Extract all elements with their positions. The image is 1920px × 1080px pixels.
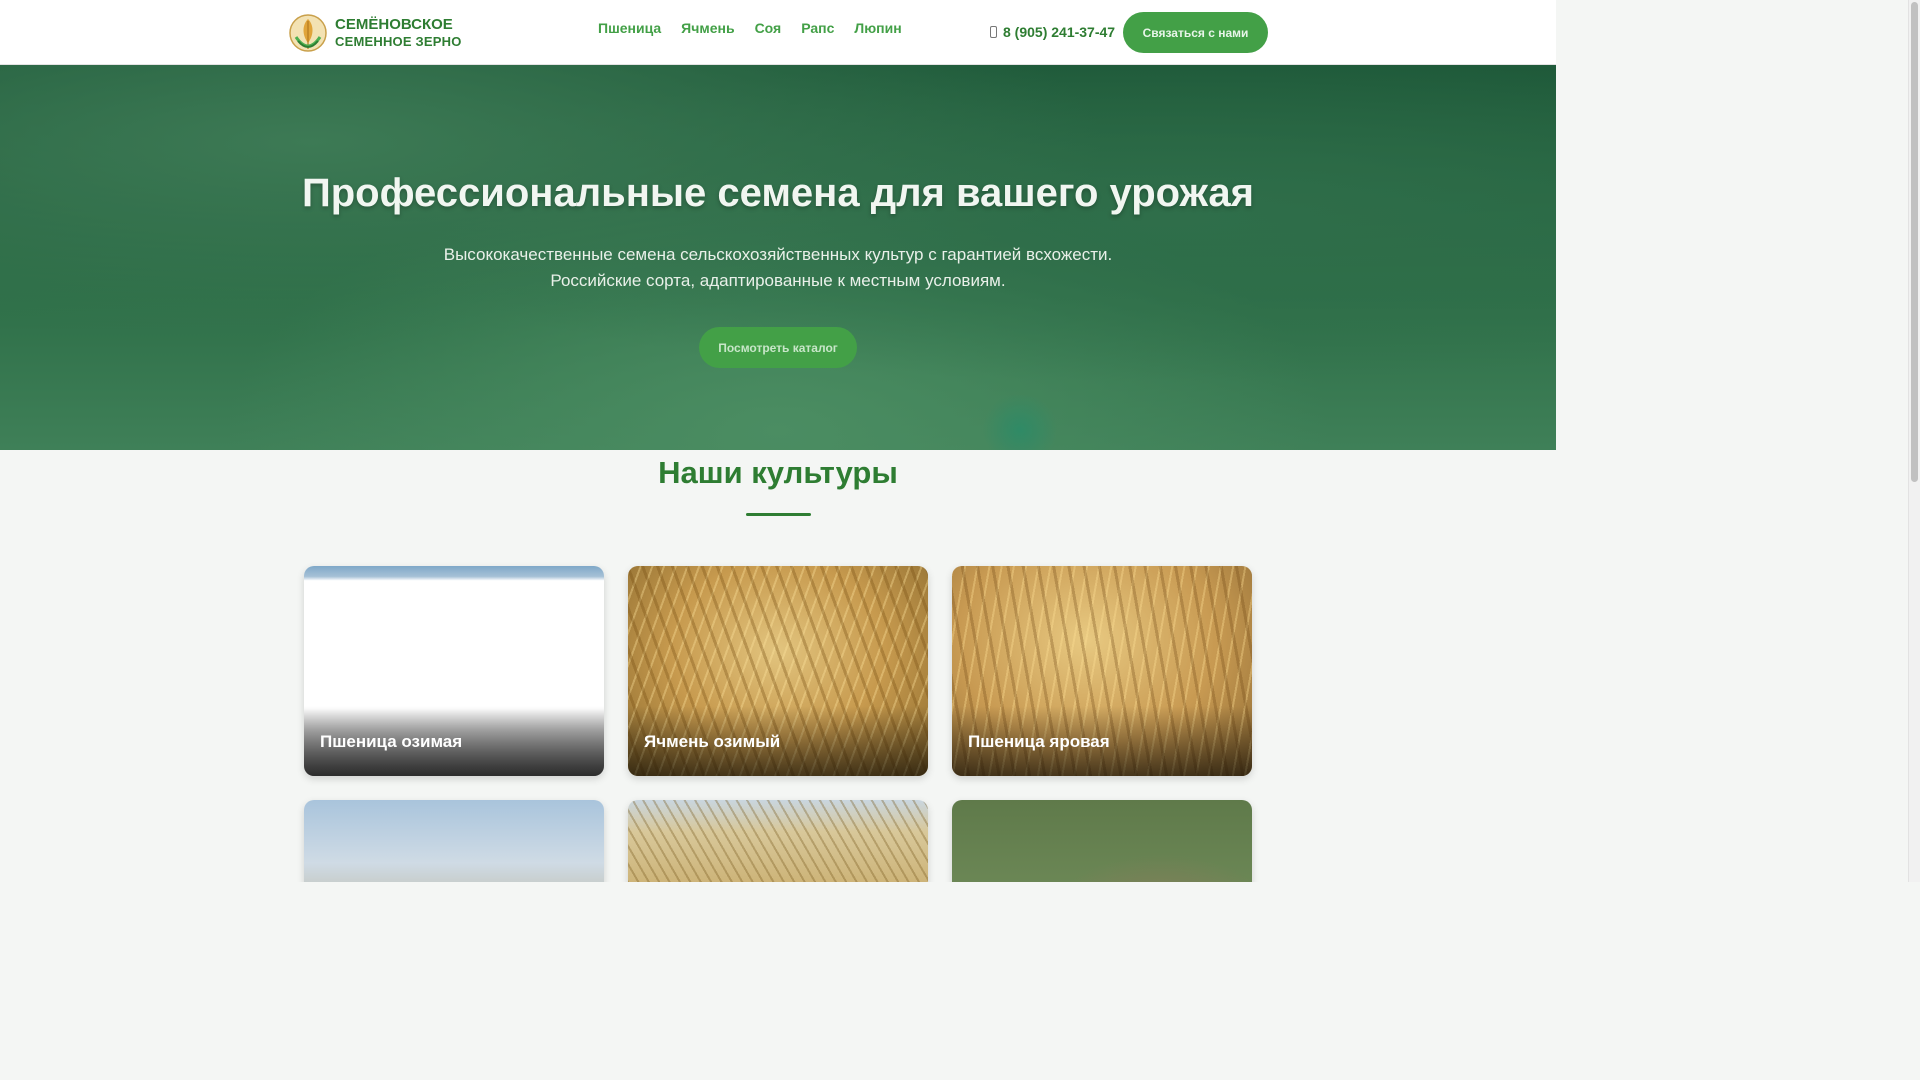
title-underline bbox=[746, 513, 811, 516]
contact-us-button[interactable]: Связаться с нами bbox=[1123, 12, 1268, 53]
nav-item-rapeseed[interactable]: Рапс bbox=[801, 20, 834, 36]
phone-number: 8 (905) 241-37-47 bbox=[1003, 24, 1116, 40]
page-scrollbar[interactable] bbox=[1908, 0, 1920, 882]
hero-subtitle-line-1: Высококачественные семена сельскохозяйст… bbox=[443, 245, 1113, 264]
card-label: Пшеница озимая bbox=[320, 732, 463, 751]
rapeseed-image bbox=[628, 800, 928, 882]
brand-line-1: СЕМЁНОВСКОЕ bbox=[335, 16, 453, 33]
lupin-image bbox=[952, 800, 1252, 882]
view-catalog-button[interactable]: Посмотреть каталог bbox=[699, 327, 857, 368]
main-nav: Пшеница Ячмень Соя Рапс Люпин bbox=[598, 20, 902, 36]
nav-item-lupin[interactable]: Люпин bbox=[854, 20, 901, 36]
card-label: Ячмень озимый bbox=[644, 732, 781, 751]
hero-subtitle: Высококачественные семена сельскохозяйст… bbox=[0, 242, 1556, 294]
culture-card-winter-barley[interactable]: Ячмень озимый bbox=[628, 566, 928, 776]
soy-image bbox=[304, 800, 604, 882]
page: СЕМЁНОВСКОЕ СЕМЕННОЕ ЗЕРНО Пшеница Ячмен… bbox=[0, 0, 1556, 882]
culture-card-soy[interactable] bbox=[304, 800, 604, 882]
phone-icon bbox=[990, 26, 997, 38]
brand-line-2: СЕМЕННОЕ ЗЕРНО bbox=[335, 34, 462, 49]
nav-item-wheat[interactable]: Пшеница bbox=[598, 20, 661, 36]
wheat-logo-icon[interactable] bbox=[288, 11, 328, 53]
culture-card-lupin[interactable] bbox=[952, 800, 1252, 882]
phone-link[interactable]: 8 (905) 241-37-47 bbox=[990, 24, 1115, 40]
culture-card-spring-wheat[interactable]: Пшеница яровая bbox=[952, 566, 1252, 776]
cultures-section-title: Наши культуры bbox=[658, 455, 898, 490]
scrollbar-thumb[interactable] bbox=[1911, 2, 1918, 482]
culture-card-rapeseed[interactable] bbox=[628, 800, 928, 882]
brand-name[interactable]: СЕМЁНОВСКОЕ СЕМЕННОЕ ЗЕРНО bbox=[335, 16, 462, 50]
hero-title: Профессиональные семена для вашего урожа… bbox=[301, 171, 1255, 215]
nav-item-soy[interactable]: Соя bbox=[755, 20, 782, 36]
site-header: СЕМЁНОВСКОЕ СЕМЕННОЕ ЗЕРНО Пшеница Ячмен… bbox=[0, 0, 1556, 65]
hero-banner: Профессиональные семена для вашего урожа… bbox=[0, 65, 1556, 450]
hero-subtitle-line-2: Российские сорта, адаптированные к местн… bbox=[550, 271, 1006, 290]
hero-background-decoration bbox=[980, 395, 1060, 450]
nav-item-barley[interactable]: Ячмень bbox=[681, 20, 734, 36]
culture-card-winter-wheat[interactable]: Пшеница озимая bbox=[304, 566, 604, 776]
card-label: Пшеница яровая bbox=[968, 732, 1110, 751]
